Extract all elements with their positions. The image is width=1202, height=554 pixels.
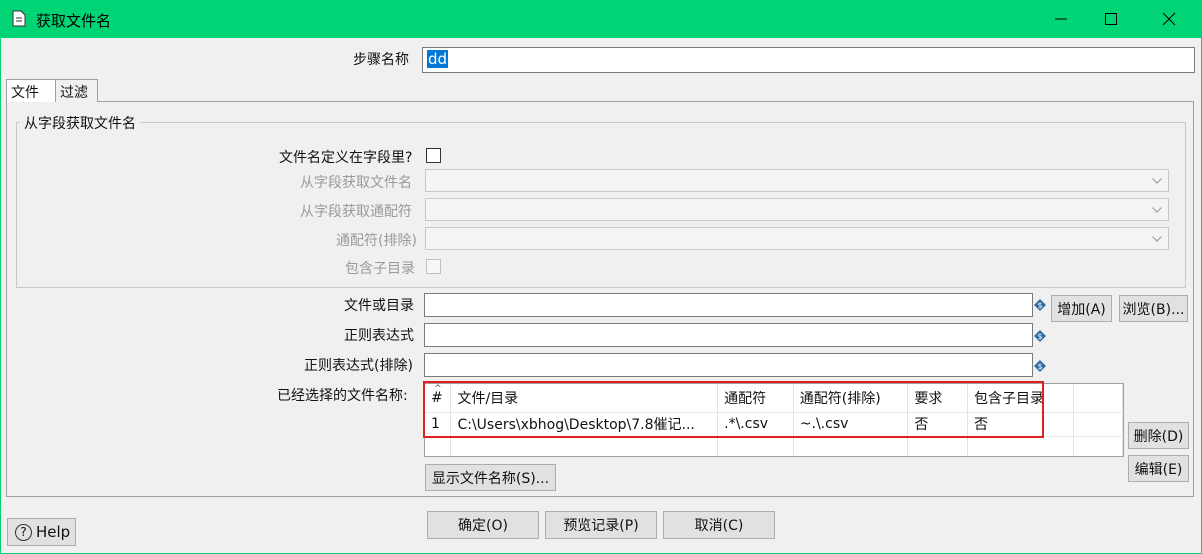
column-header[interactable]: 通配符(排除) <box>793 384 909 413</box>
document-icon <box>12 10 26 27</box>
step-name-value: dd <box>427 50 449 68</box>
help-button[interactable]: ? Help <box>7 518 76 546</box>
close-icon <box>1162 12 1176 26</box>
table-row-empty[interactable] <box>425 436 1123 456</box>
group-title: 从字段获取文件名 <box>20 113 140 133</box>
table-cell[interactable]: .*\.csv <box>717 412 794 437</box>
delete-button[interactable]: 删除(D) <box>1128 422 1189 449</box>
file-or-dir-input[interactable] <box>424 293 1033 317</box>
regex-input[interactable] <box>424 323 1033 347</box>
regex-exclude-label: 正则表达式(排除) <box>304 358 413 374</box>
table-cell[interactable]: C:\Users\xbhog\Desktop\7.8催记... <box>450 412 719 437</box>
help-label: Help <box>36 523 71 541</box>
help-icon: ? <box>15 523 32 541</box>
tab-divider <box>6 101 1194 102</box>
selected-files-label: 已经选择的文件名称: <box>277 388 408 404</box>
minimize-icon <box>1055 18 1067 20</box>
include-subdirs-checkbox[interactable] <box>426 259 441 274</box>
variable-icon[interactable]: $ <box>1034 299 1046 311</box>
close-button[interactable] <box>1146 0 1192 38</box>
include-subdirs-label: 包含子目录 <box>345 261 415 277</box>
cancel-button[interactable]: 取消(C) <box>663 511 775 539</box>
selected-files-table[interactable]: # 文件/目录 通配符 通配符(排除) 要求 包含子目录 1 C:\Users\… <box>424 383 1124 457</box>
maximize-icon <box>1105 13 1117 25</box>
show-files-button[interactable]: 显示文件名称(S)... <box>425 464 556 491</box>
chevron-down-icon <box>1146 199 1168 220</box>
table-row[interactable]: 1 C:\Users\xbhog\Desktop\7.8催记... .*\.cs… <box>425 412 1123 437</box>
browse-button[interactable]: 浏览(B)... <box>1119 295 1188 322</box>
tab-filter[interactable]: 过滤 <box>56 79 98 102</box>
sort-icon: ^ <box>434 384 442 394</box>
exclude-wildcard-combo[interactable] <box>425 227 1169 250</box>
edit-button[interactable]: 编辑(E) <box>1128 455 1189 482</box>
window-border <box>0 38 1 554</box>
column-header[interactable]: 通配符 <box>717 384 794 413</box>
get-wildcard-combo[interactable] <box>425 198 1169 221</box>
step-name-label: 步骤名称 <box>353 52 409 68</box>
maximize-button[interactable] <box>1088 0 1134 38</box>
get-wildcard-label: 从字段获取通配符 <box>300 204 412 220</box>
title-bar: 获取文件名 <box>0 0 1202 38</box>
chevron-down-icon <box>1146 170 1168 191</box>
table-cell[interactable]: 1 <box>425 412 452 437</box>
column-header-empty <box>1073 384 1123 413</box>
exclude-wildcard-label: 通配符(排除) <box>336 233 417 249</box>
get-filename-label: 从字段获取文件名 <box>300 175 412 191</box>
column-header[interactable]: 包含子目录 <box>967 384 1074 413</box>
minimize-button[interactable] <box>1038 0 1084 38</box>
svg-text:$: $ <box>1037 301 1042 310</box>
tab-file[interactable]: 文件 <box>6 79 56 102</box>
table-cell[interactable]: 否 <box>907 412 969 437</box>
svg-text:$: $ <box>1037 362 1042 371</box>
add-button[interactable]: 增加(A) <box>1051 295 1112 322</box>
ok-button[interactable]: 确定(O) <box>427 511 539 539</box>
chevron-down-icon <box>1146 228 1168 249</box>
column-header[interactable]: 文件/目录 <box>450 384 719 413</box>
get-filename-combo[interactable] <box>425 169 1169 192</box>
table-header: # 文件/目录 通配符 通配符(排除) 要求 包含子目录 <box>425 384 1123 413</box>
svg-text:$: $ <box>1037 332 1042 341</box>
regex-exclude-input[interactable] <box>424 353 1033 377</box>
filename-defined-checkbox[interactable] <box>426 148 441 163</box>
variable-icon[interactable]: $ <box>1034 330 1046 342</box>
table-cell[interactable]: 否 <box>967 412 1074 437</box>
file-or-dir-label: 文件或目录 <box>344 298 414 314</box>
step-name-input[interactable]: dd <box>422 47 1195 73</box>
filename-defined-label: 文件名定义在字段里? <box>279 150 413 166</box>
variable-icon[interactable]: $ <box>1034 360 1046 372</box>
table-cell-empty <box>1073 412 1123 437</box>
table-cell[interactable]: ~.\.csv <box>793 412 909 437</box>
column-header[interactable]: 要求 <box>907 384 969 413</box>
preview-button[interactable]: 预览记录(P) <box>545 511 657 539</box>
regex-label: 正则表达式 <box>344 328 414 344</box>
window-title: 获取文件名 <box>36 12 112 30</box>
